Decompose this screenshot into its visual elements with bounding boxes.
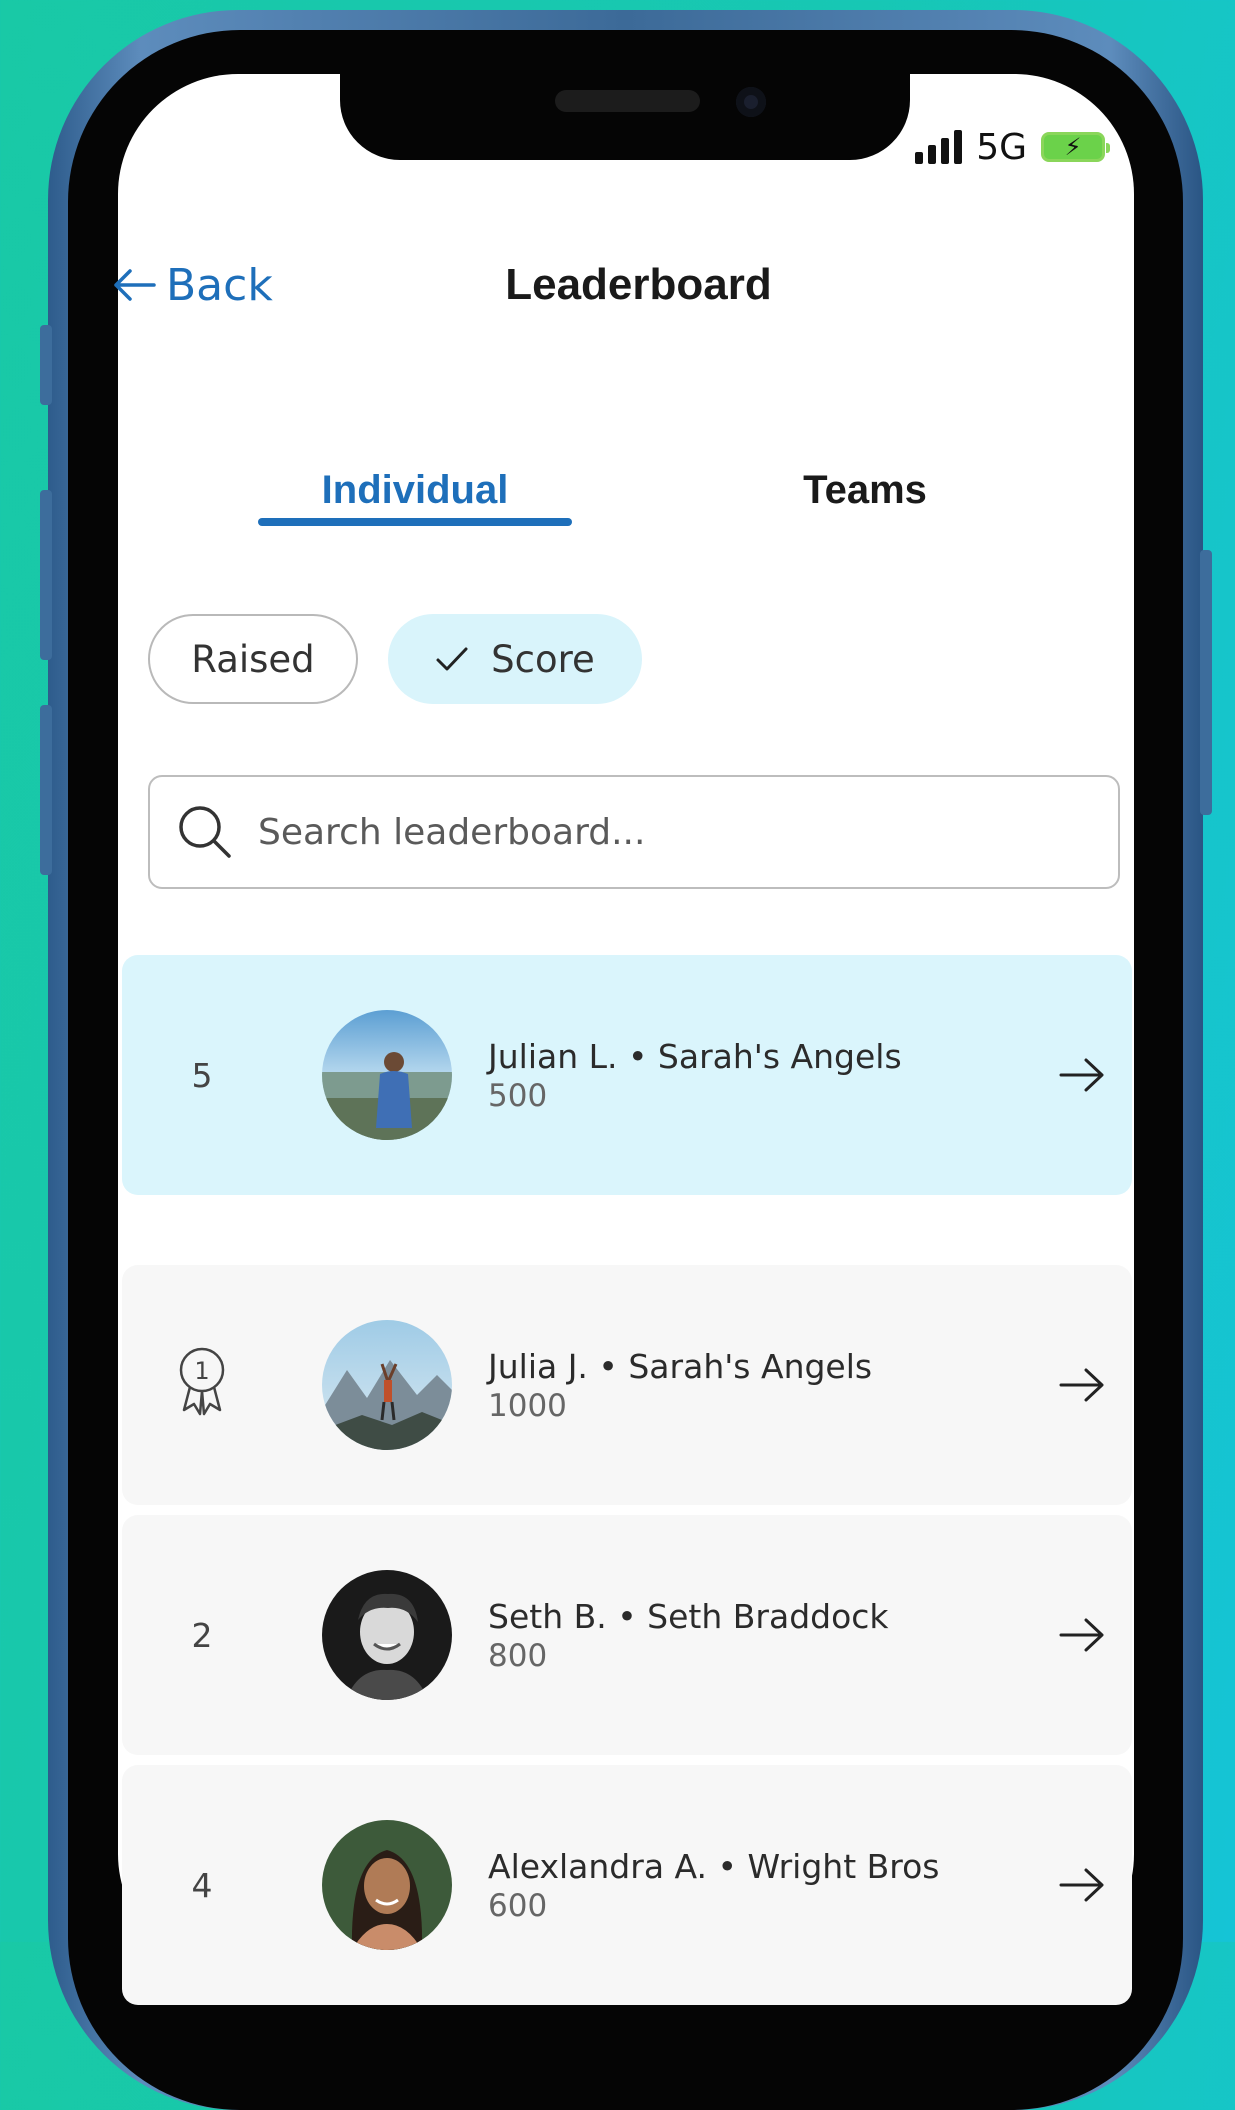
avatar: [322, 1570, 452, 1700]
entry-score: 1000: [488, 1387, 567, 1424]
volume-down-button: [40, 705, 52, 875]
search-bar[interactable]: [148, 775, 1120, 889]
entry-info: Julian L. • Sarah's Angels 500: [488, 1037, 902, 1114]
front-camera: [736, 87, 766, 117]
search-icon: [179, 806, 231, 858]
entry-name: Seth B. • Seth Braddock: [488, 1596, 889, 1636]
avatar: [322, 1320, 452, 1450]
rank-number: 5: [191, 1055, 213, 1095]
nav-bar: Back Leaderboard: [0, 250, 1235, 320]
entry-name: Alexlandra A. • Wright Bros: [488, 1846, 940, 1886]
current-user-row[interactable]: 5 Julian L. • Sarah's Angels 500: [122, 955, 1132, 1195]
filter-chip-label: Score: [491, 637, 595, 681]
leaderboard-row[interactable]: 1 Julia J. • Sarah's Angels 1000: [122, 1265, 1132, 1505]
filter-chip-label: Raised: [191, 637, 315, 681]
battery-charging-icon: ⚡: [1041, 132, 1110, 162]
speaker-grille: [555, 90, 700, 112]
avatar: [322, 1010, 452, 1140]
checkmark-icon: [436, 647, 468, 671]
filter-chip-raised[interactable]: Raised: [148, 614, 358, 704]
rank-number: 2: [191, 1615, 213, 1655]
signal-icon: [915, 130, 963, 164]
power-button: [1200, 550, 1212, 815]
entry-info: Julia J. • Sarah's Angels 1000: [488, 1347, 872, 1424]
leaderboard-row[interactable]: 2 Seth B. • Seth Braddock 800: [122, 1515, 1132, 1755]
filter-chips: Raised Score: [148, 614, 642, 706]
arrow-right-icon: [1059, 1868, 1104, 1902]
entry-score: 500: [488, 1077, 548, 1114]
entry-info: Seth B. • Seth Braddock 800: [488, 1597, 889, 1674]
entry-name: Julia J. • Sarah's Angels: [488, 1346, 873, 1386]
arrow-right-icon: [1059, 1618, 1104, 1652]
network-label: 5G: [976, 126, 1027, 168]
active-tab-indicator: [258, 518, 572, 526]
rank-number: 4: [191, 1865, 213, 1905]
entry-name: Julian L. • Sarah's Angels: [488, 1036, 902, 1076]
tab-teams[interactable]: Teams: [735, 450, 995, 530]
entry-info: Alexlandra A. • Wright Bros 600: [488, 1847, 940, 1924]
mute-switch: [40, 325, 52, 405]
page-title: Leaderboard: [505, 260, 772, 309]
award-ribbon-icon: 1: [172, 1344, 232, 1426]
arrow-right-icon: [1059, 1058, 1104, 1092]
arrow-right-icon: [1059, 1368, 1104, 1402]
leaderboard-row[interactable]: 4 Alexlandra A. • Wright Bros 600: [122, 1765, 1132, 2005]
rank-number: 1: [194, 1357, 209, 1385]
status-bar: 5G ⚡: [915, 124, 1110, 170]
entry-score: 800: [488, 1637, 548, 1674]
entry-score: 600: [488, 1887, 548, 1924]
search-input[interactable]: [256, 810, 1118, 854]
filter-chip-score[interactable]: Score: [388, 614, 642, 704]
avatar: [322, 1820, 452, 1950]
tab-bar: Individual Teams: [0, 450, 1235, 530]
